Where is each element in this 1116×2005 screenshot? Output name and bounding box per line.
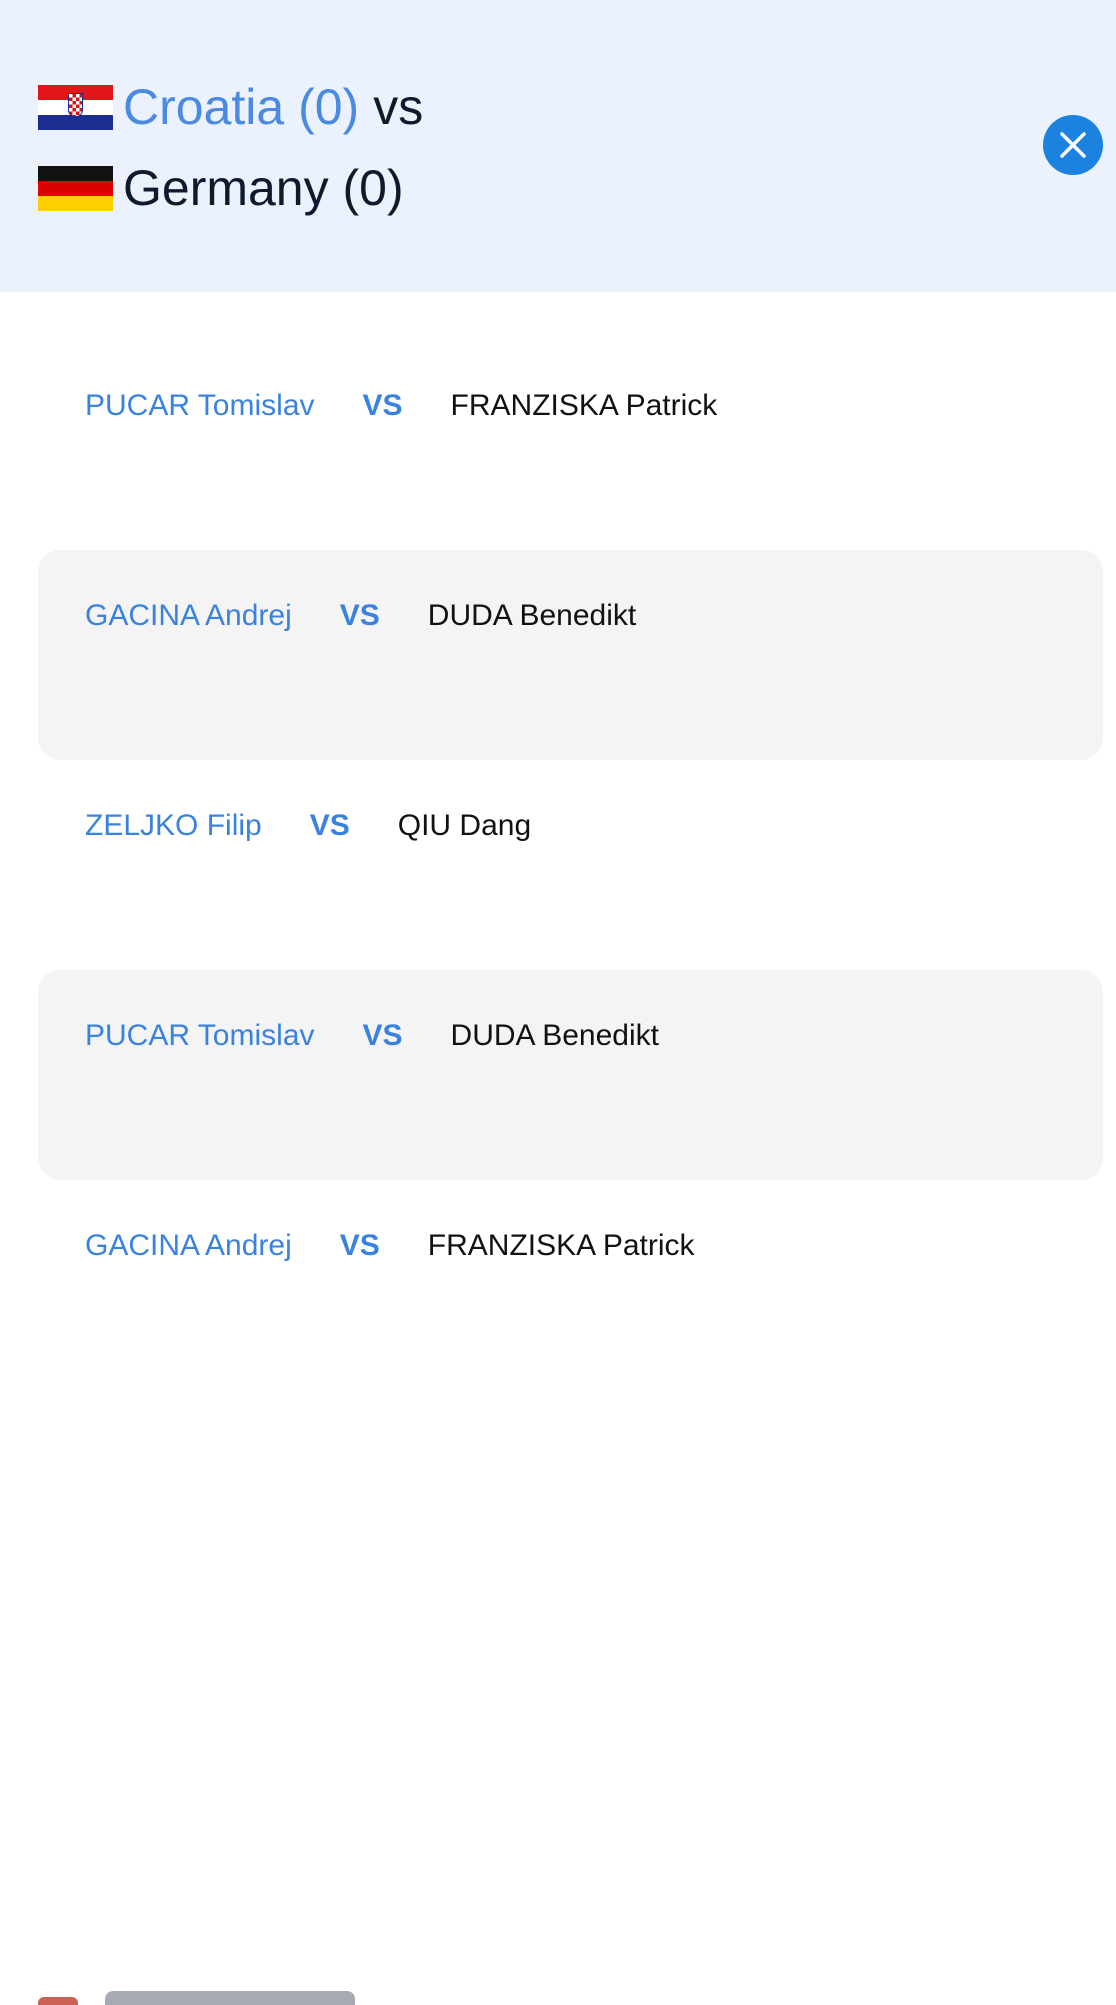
vs-label: VS [339,1229,380,1262]
match-header: Croatia (0) vs Germany (0) [0,0,1116,292]
vs-label: VS [362,389,403,422]
away-player-name[interactable]: DUDA Benedikt [451,1016,659,1056]
match-line: PUCAR Tomislav VS DUDA Benedikt [85,1016,659,1056]
close-icon [1060,132,1086,158]
header-vs-text: vs [373,79,424,135]
away-player-name[interactable]: QIU Dang [398,806,531,846]
obscured-text [105,1991,355,2005]
home-player-name[interactable]: GACINA Andrej [85,596,292,636]
away-player-name[interactable]: FRANZISKA Patrick [451,386,718,426]
home-team-name: Croatia (0) [123,79,360,135]
home-team-line: Croatia (0) vs [38,77,423,137]
home-player-name[interactable]: GACINA Andrej [85,1226,292,1266]
away-team-name: Germany (0) [123,160,404,216]
match-line: GACINA Andrej VS FRANZISKA Patrick [85,1226,695,1266]
vs-label: VS [339,599,380,632]
vs-label: VS [309,809,350,842]
match-row[interactable]: PUCAR Tomislav VS DUDA Benedikt [38,970,1103,1180]
vs-label: VS [362,1019,403,1052]
match-row[interactable]: GACINA Andrej VS DUDA Benedikt [38,550,1103,760]
home-player-name[interactable]: PUCAR Tomislav [85,1016,315,1056]
close-button[interactable] [1043,115,1103,175]
match-line: ZELJKO Filip VS QIU Dang [85,806,531,846]
flag-icon [38,1997,78,2005]
match-line: GACINA Andrej VS DUDA Benedikt [85,596,636,636]
away-player-name[interactable]: FRANZISKA Patrick [428,1226,695,1266]
match-line: PUCAR Tomislav VS FRANZISKA Patrick [85,386,717,426]
away-team-line: Germany (0) [38,158,404,218]
match-row[interactable]: PUCAR Tomislav VS FRANZISKA Patrick [38,340,1103,550]
underlying-page-peek [0,1985,1116,2005]
home-player-name[interactable]: ZELJKO Filip [85,806,262,846]
home-player-name[interactable]: PUCAR Tomislav [85,386,315,426]
germany-flag-icon [38,165,113,211]
match-row[interactable]: GACINA Andrej VS FRANZISKA Patrick [38,1180,1103,1390]
match-row[interactable]: ZELJKO Filip VS QIU Dang [38,760,1103,970]
away-player-name[interactable]: DUDA Benedikt [428,596,636,636]
croatia-flag-icon [38,84,113,130]
